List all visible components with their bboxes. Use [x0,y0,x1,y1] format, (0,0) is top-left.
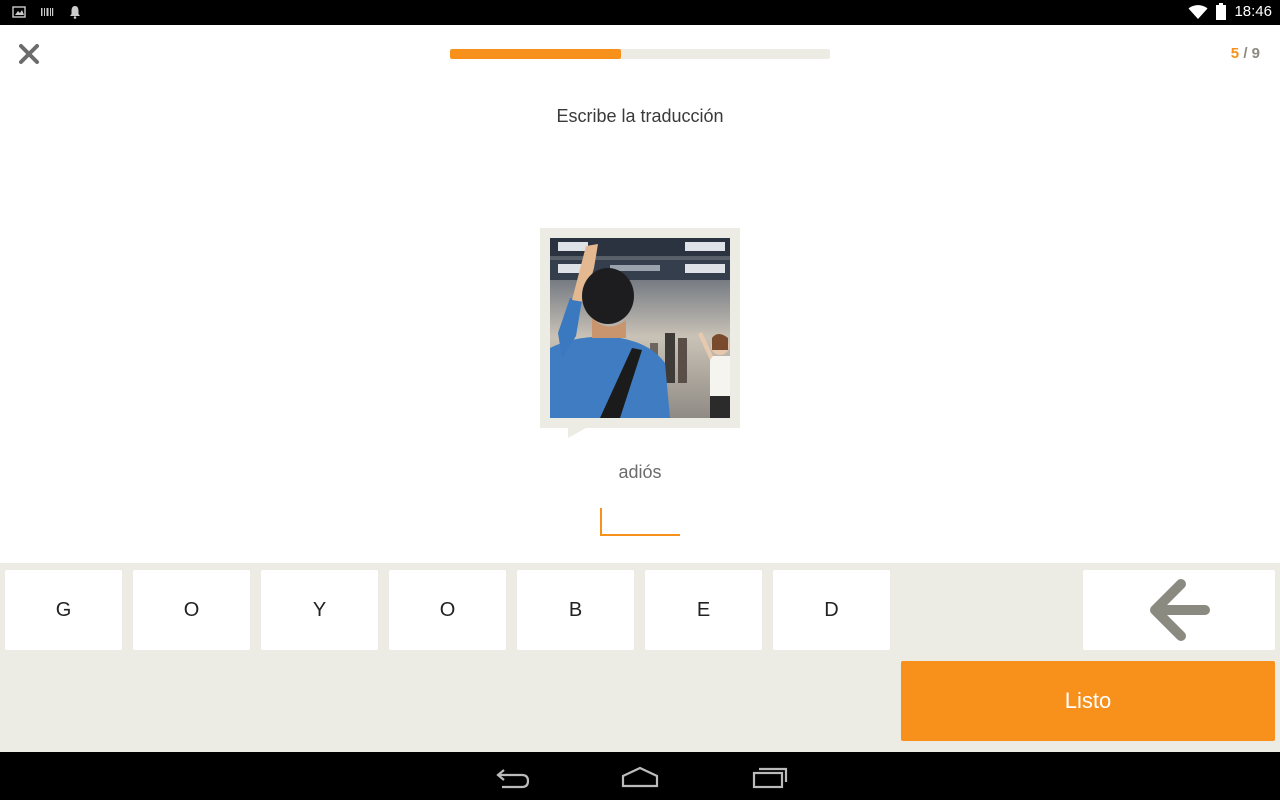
battery-icon [1216,3,1227,20]
status-left-icons [12,5,82,19]
picture-card [540,228,740,438]
letter-key[interactable]: D [773,570,890,650]
letter-key[interactable]: Y [261,570,378,650]
home-button[interactable] [620,764,660,790]
exercise-instruction: Escribe la traducción [556,106,724,126]
arrow-left-icon [1150,579,1210,641]
recents-button[interactable] [750,764,790,790]
barcode-icon [41,8,54,16]
answer-input[interactable] [600,508,680,536]
back-button[interactable] [492,764,532,790]
backspace-button[interactable] [1083,570,1275,650]
letter-key[interactable]: O [133,570,250,650]
person-waving-photo [550,238,730,418]
progress-separator: / [1243,45,1248,62]
progress-total: 9 [1251,45,1260,62]
recents-icon [752,767,788,789]
progress-counter: 5 / 9 [1231,45,1260,62]
progress-current: 5 [1230,45,1240,62]
bell-icon [70,6,80,19]
text-cursor [600,508,602,536]
letter-key[interactable]: O [389,570,506,650]
lesson-progress-fill [450,49,621,59]
status-right: 18:46 [1188,3,1272,20]
home-icon [621,766,659,788]
letter-key[interactable]: E [645,570,762,650]
letter-key[interactable]: G [5,570,122,650]
back-icon [496,769,530,789]
letter-key[interactable]: B [517,570,634,650]
lesson-progress-bar [450,49,830,59]
done-button[interactable]: Listo [901,661,1275,741]
close-icon [19,44,39,64]
system-nav-bar [0,752,1280,800]
wifi-icon [1188,4,1208,19]
source-word: adiós [618,462,662,482]
clock: 18:46 [1234,3,1272,20]
letter-keyboard: G O Y O B E D Listo [0,563,1280,752]
image-icon [12,6,26,18]
status-bar: 18:46 [0,0,1280,25]
close-button[interactable] [16,41,42,67]
